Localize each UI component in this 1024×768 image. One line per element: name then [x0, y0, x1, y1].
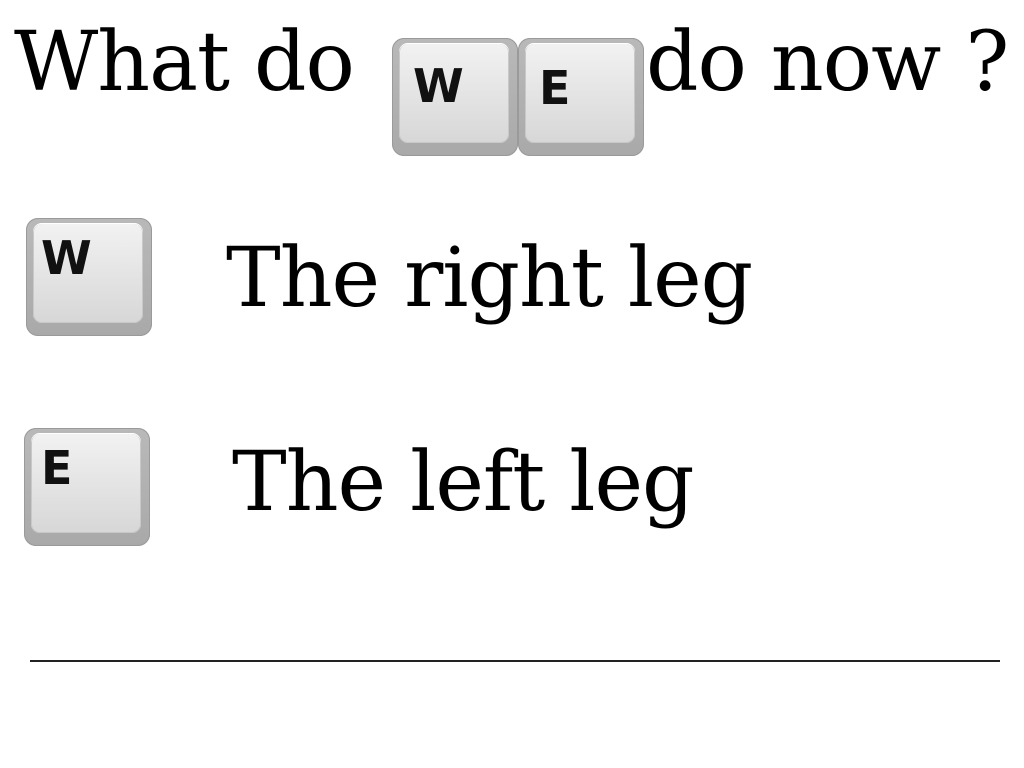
question-prefix: What do [14, 15, 355, 110]
question-suffix: do now ? [646, 15, 1009, 110]
option-label-right-leg: The right leg [226, 231, 753, 326]
key-letter: W [41, 231, 92, 285]
key-face: E [525, 43, 635, 143]
option-key-w[interactable]: W [26, 218, 152, 336]
key-letter: W [413, 59, 464, 113]
key-letter: E [539, 61, 571, 115]
key-letter: E [41, 441, 73, 495]
question-key-w[interactable]: W [392, 38, 518, 156]
option-label-left-leg: The left leg [232, 435, 694, 530]
key-face: W [399, 43, 509, 143]
key-face: E [31, 433, 141, 533]
key-face: W [33, 223, 143, 323]
answer-line [30, 660, 1000, 662]
option-key-e[interactable]: E [24, 428, 150, 546]
question-key-e[interactable]: E [518, 38, 644, 156]
